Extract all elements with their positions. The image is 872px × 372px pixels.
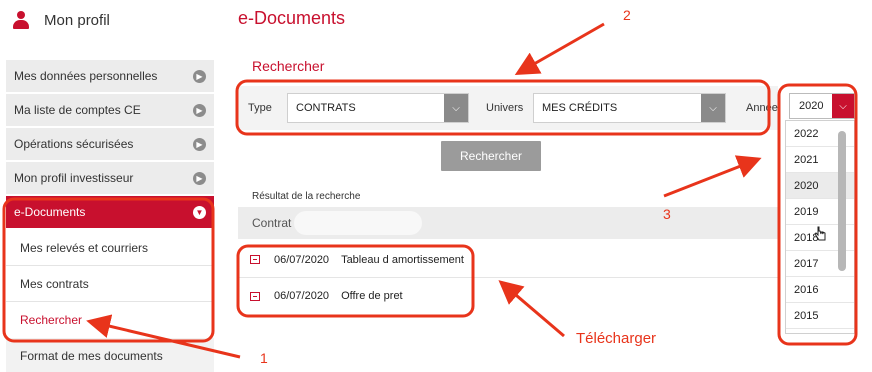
- results-label: Résultat de la recherche: [252, 191, 361, 202]
- arrow-3: [663, 155, 762, 198]
- sidebar-item-format[interactable]: Format de mes documents: [6, 338, 214, 372]
- annee-select[interactable]: 2020 ⌵: [789, 93, 855, 119]
- sidebar-item-donnees[interactable]: Mes données personnelles ▶: [6, 60, 214, 94]
- sidebar-item-label: Opérations sécurisées: [14, 137, 134, 151]
- type-select-value: CONTRATS: [296, 102, 356, 114]
- univers-select[interactable]: MES CRÉDITS ⌵: [533, 93, 726, 123]
- hand-cursor-icon: [814, 226, 826, 241]
- sidebar-item-edocuments[interactable]: e-Documents ▼: [6, 196, 214, 230]
- year-option[interactable]: 2016: [786, 277, 854, 303]
- page-title: e-Documents: [238, 8, 346, 28]
- pdf-icon[interactable]: [250, 255, 260, 264]
- chevron-right-icon: ▶: [193, 69, 206, 83]
- pdf-icon[interactable]: [250, 291, 260, 301]
- univers-label: Univers: [486, 102, 524, 114]
- sidebar-subitem-contrats[interactable]: Mes contrats: [6, 266, 214, 302]
- univers-select-value: MES CRÉDITS: [542, 102, 618, 114]
- search-button[interactable]: Rechercher: [441, 141, 541, 171]
- sidebar-menu: Mes données personnelles ▶ Ma liste de c…: [6, 60, 214, 372]
- document-date: 06/07/2020: [274, 290, 330, 302]
- type-label: Type: [248, 102, 272, 114]
- sidebar-item-label: Ma liste de comptes CE: [14, 103, 141, 117]
- profile-title: Mon profil: [44, 11, 110, 29]
- annee-select-value: 2020: [799, 100, 824, 112]
- document-title[interactable]: Offre de pret: [341, 290, 403, 302]
- sidebar-item-comptes[interactable]: Ma liste de comptes CE ▶: [6, 94, 214, 128]
- annotation-label-1: 1: [260, 350, 268, 366]
- annotation-label-telecharger: Télécharger: [576, 330, 657, 347]
- sidebar-item-label: e-Documents: [14, 205, 86, 219]
- document-date: 06/07/2020: [274, 253, 330, 266]
- section-title: Rechercher: [252, 58, 325, 74]
- contrat-row: Contrat: [238, 207, 778, 239]
- profile-header: Mon profil: [12, 8, 110, 32]
- dropdown-scrollbar[interactable]: [838, 131, 846, 271]
- sidebar-item-operations[interactable]: Opérations sécurisées ▶: [6, 128, 214, 162]
- type-select[interactable]: CONTRATS ⌵: [287, 93, 469, 123]
- arrow-2: [514, 22, 605, 75]
- sidebar-subitem-label: Mes contrats: [20, 276, 89, 291]
- chevron-right-icon: ▶: [193, 103, 206, 117]
- sidebar-subitem-label: Mes relevés et courriers: [20, 240, 149, 255]
- search-filters: Type CONTRATS ⌵ Univers MES CRÉDITS ⌵ An…: [238, 86, 778, 130]
- annotation-label-3: 3: [663, 206, 671, 222]
- chevron-down-icon: ▼: [193, 205, 206, 219]
- sidebar-subitem-label: Rechercher: [20, 313, 83, 327]
- document-row[interactable]: 06/07/2020 Offre de pret: [238, 278, 778, 314]
- user-icon: [12, 10, 30, 30]
- sidebar-item-label: Mon profil investisseur: [14, 171, 134, 185]
- sidebar-item-investisseur[interactable]: Mon profil investisseur ▶: [6, 162, 214, 196]
- chevron-down-icon: ⌵: [701, 94, 725, 122]
- annotation-label-2: 2: [623, 7, 631, 23]
- chevron-down-icon: ⌵: [444, 94, 468, 122]
- chevron-down-icon: ⌵: [832, 94, 854, 118]
- sidebar-subitem-rechercher[interactable]: Rechercher: [6, 302, 214, 338]
- document-row[interactable]: 06/07/2020 Tableau d amortissement: [238, 242, 778, 278]
- sidebar-item-label: Mes données personnelles: [14, 69, 158, 83]
- year-option[interactable]: 2015: [786, 303, 854, 329]
- chevron-right-icon: ▶: [193, 137, 206, 151]
- sidebar-subitem-releves[interactable]: Mes relevés et courriers: [6, 230, 214, 266]
- sidebar-item-label: Format de mes documents: [20, 349, 163, 363]
- contrat-label: Contrat: [252, 216, 292, 230]
- chevron-right-icon: ▶: [193, 171, 206, 185]
- annee-label: Année: [746, 102, 778, 114]
- contrat-value-masked: [294, 211, 422, 235]
- document-title[interactable]: Tableau d amortissement: [341, 254, 464, 266]
